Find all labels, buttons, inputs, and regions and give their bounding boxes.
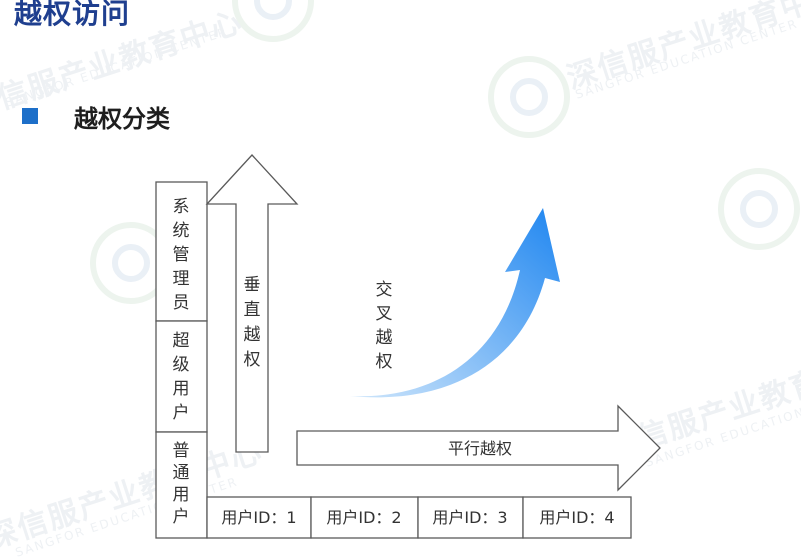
vertical-label-char: 垂 bbox=[244, 275, 261, 295]
privilege-diagram: 系统管理员超级用户普通用户 用户ID：1 用户ID：2 用户ID：3 用户ID：… bbox=[155, 154, 661, 539]
vertical-label-char: 权 bbox=[244, 350, 261, 370]
role-labels: 系统管理员超级用户普通用户 bbox=[173, 197, 190, 527]
role-label-char: 用 bbox=[173, 485, 190, 505]
user-label: 用户ID：3 bbox=[432, 508, 507, 527]
role-label-char: 理 bbox=[173, 269, 190, 289]
role-label-char: 用 bbox=[173, 379, 190, 399]
role-label-char: 超 bbox=[173, 331, 190, 351]
user-label: 用户ID：4 bbox=[539, 508, 614, 527]
role-label-char: 管 bbox=[173, 245, 190, 265]
cross-label-char: 叉 bbox=[376, 304, 393, 324]
role-label-char: 户 bbox=[173, 403, 190, 423]
role-label-char: 普 bbox=[173, 441, 190, 461]
role-label-char: 户 bbox=[173, 507, 190, 527]
role-label-char: 通 bbox=[173, 463, 190, 483]
cross-label-char: 交 bbox=[376, 280, 393, 300]
vertical-label-char: 直 bbox=[244, 300, 261, 320]
role-label-admin: 系统管理员 bbox=[173, 197, 190, 313]
user-label: 用户ID：1 bbox=[221, 508, 296, 527]
role-label-char: 员 bbox=[173, 293, 190, 313]
cross-label-char: 权 bbox=[376, 352, 393, 372]
horizontal-escalation-label: 平行越权 bbox=[448, 439, 512, 458]
role-label-char: 统 bbox=[173, 221, 190, 241]
role-label-char: 系 bbox=[173, 197, 190, 217]
cross-label-char: 越 bbox=[376, 328, 393, 348]
cross-escalation-label: 交叉越权 bbox=[376, 280, 393, 372]
vertical-label-char: 越 bbox=[244, 325, 261, 345]
role-label-char: 级 bbox=[173, 355, 190, 375]
user-label: 用户ID：2 bbox=[326, 508, 401, 527]
